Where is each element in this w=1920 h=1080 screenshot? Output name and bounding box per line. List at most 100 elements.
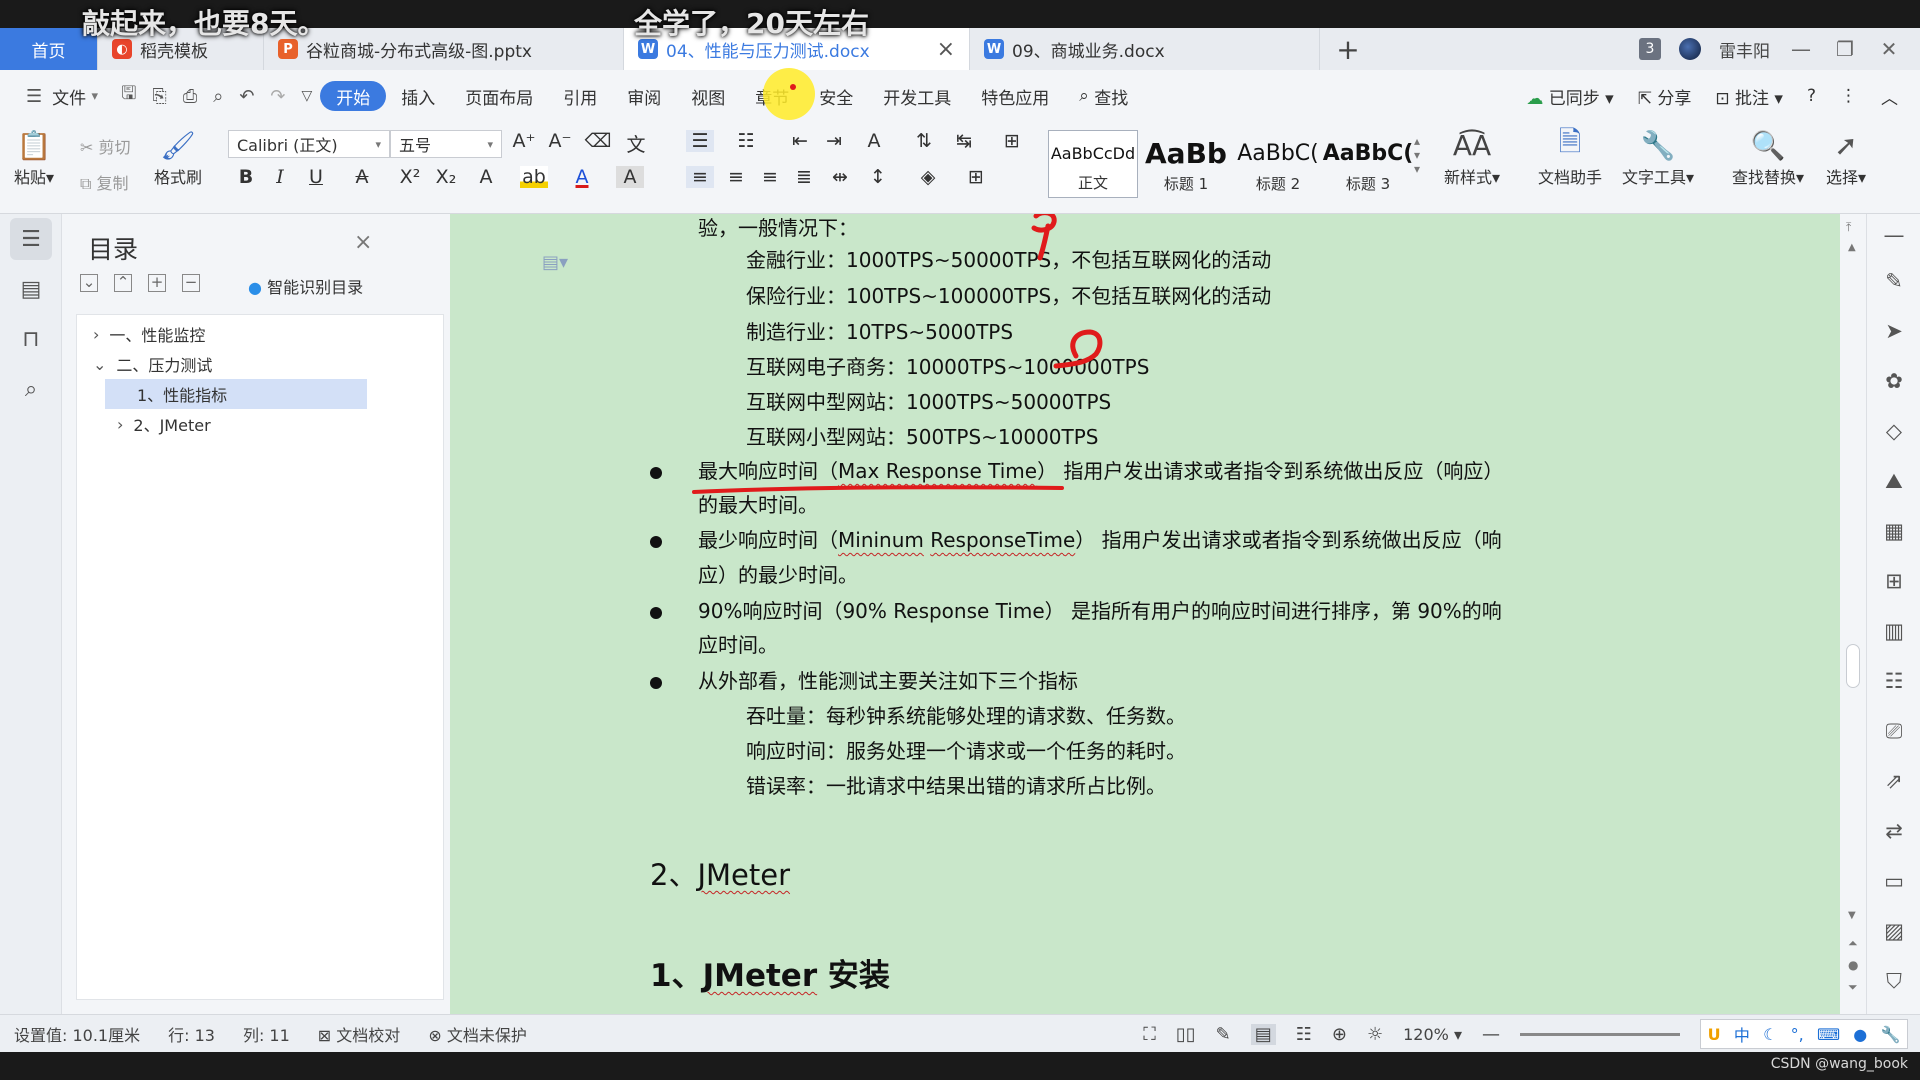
zoom-out-icon[interactable]: —: [1482, 1024, 1500, 1045]
print-preview-icon[interactable]: ⌕: [205, 86, 231, 107]
restore-icon[interactable]: ❐: [1832, 37, 1858, 61]
phonetic-icon[interactable]: 文: [622, 130, 650, 157]
borders-icon[interactable]: ⊞: [962, 166, 990, 188]
strikethrough-icon[interactable]: A: [348, 166, 376, 188]
shape-icon[interactable]: ◇: [1877, 414, 1911, 448]
bold-icon[interactable]: B: [232, 166, 260, 188]
style-set-icon[interactable]: ✿: [1877, 364, 1911, 398]
reading-mode-icon[interactable]: ▯▯: [1176, 1024, 1196, 1045]
next-page-icon[interactable]: ⏷: [1848, 980, 1858, 995]
table-icon[interactable]: ▦: [1877, 514, 1911, 548]
window-count-badge[interactable]: 3: [1639, 38, 1661, 60]
export-icon[interactable]: ⇗: [1877, 764, 1911, 798]
zoom-level[interactable]: 120% ▾: [1403, 1025, 1462, 1044]
print-icon[interactable]: ⎙: [175, 86, 205, 107]
undo-icon[interactable]: ↶: [231, 86, 262, 107]
close-window-icon[interactable]: ✕: [1876, 37, 1902, 61]
sort-icon[interactable]: ⇅: [910, 130, 938, 152]
menu-page-layout[interactable]: 页面布局: [450, 81, 548, 111]
pointer-icon[interactable]: ➤: [1877, 314, 1911, 348]
clear-format-icon[interactable]: ⌫: [584, 130, 612, 152]
document-area[interactable]: ▤▾ 验，一般情况下： 金融行业：1000TPS~50000TPS，不包括互联网…: [450, 214, 1840, 1014]
close-icon[interactable]: ×: [354, 230, 372, 255]
new-tab-button[interactable]: +: [1320, 28, 1376, 70]
scroll-top-icon[interactable]: ⤒: [1846, 220, 1851, 235]
shrink-font-icon[interactable]: A⁻: [546, 130, 574, 152]
shading-icon[interactable]: ◈: [914, 166, 942, 188]
save-icon[interactable]: 🖫: [113, 81, 144, 111]
help-icon[interactable]: ?: [1807, 86, 1816, 106]
remove-heading-icon[interactable]: −: [182, 274, 200, 292]
italic-icon[interactable]: I: [266, 166, 294, 188]
scroll-up-icon[interactable]: ▲: [1848, 242, 1856, 253]
prev-page-icon[interactable]: ⏶: [1848, 936, 1858, 951]
document-page[interactable]: ▤▾ 验，一般情况下： 金融行业：1000TPS~50000TPS，不包括互联网…: [450, 214, 1790, 1014]
add-heading-icon[interactable]: +: [148, 274, 166, 292]
app-grid-icon[interactable]: ⊞: [1877, 564, 1911, 598]
superscript-icon[interactable]: X²: [396, 166, 424, 188]
toc-item-jmeter[interactable]: › 2、JMeter: [81, 409, 441, 439]
copy-button[interactable]: ⧉ 复制: [80, 170, 129, 194]
ime-toolbar[interactable]: U 中 ☾ °, ⌨ ● 🔧: [1700, 1019, 1908, 1049]
translate-icon[interactable]: ⇄: [1877, 814, 1911, 848]
format-icon[interactable]: ⎘: [144, 86, 174, 107]
proofread-button[interactable]: ⊠ 文档校对: [318, 1022, 401, 1046]
underline-icon[interactable]: U: [302, 166, 330, 188]
menu-developer-tools[interactable]: 开发工具: [868, 81, 966, 111]
page-thumbnail-icon[interactable]: ▤: [10, 268, 52, 310]
find-replace-button[interactable]: 🔍 查找替换▾: [1732, 126, 1804, 188]
distributed-icon[interactable]: ⇹: [826, 166, 854, 188]
font-name-select[interactable]: Calibri (正文) ▾: [228, 130, 390, 158]
doc-assistant-button[interactable]: 🗎 文档助手: [1538, 125, 1602, 188]
pen-icon[interactable]: ✎: [1877, 264, 1911, 298]
file-menu[interactable]: 文件 ▾: [50, 81, 113, 111]
cut-button[interactable]: ✂ 剪切: [80, 134, 131, 158]
document-search-icon[interactable]: ⎚: [1877, 714, 1911, 748]
scroll-down-icon[interactable]: ▼: [1848, 910, 1856, 921]
bullet-list-icon[interactable]: ☰: [686, 130, 714, 152]
settings-sliders-icon[interactable]: ☷: [1877, 664, 1911, 698]
close-icon[interactable]: ×: [937, 37, 955, 62]
numbered-list-icon[interactable]: ☷: [732, 130, 760, 152]
collapse-ribbon-icon[interactable]: ︿: [1881, 84, 1898, 109]
text-effect-icon[interactable]: A: [472, 166, 500, 188]
sync-status[interactable]: ☁ 已同步 ▾: [1526, 84, 1613, 109]
select-button[interactable]: ➚ 选择▾: [1826, 126, 1866, 188]
fullscreen-icon[interactable]: ⛶: [1143, 1024, 1156, 1045]
chart-icon[interactable]: ▥: [1877, 614, 1911, 648]
menu-review[interactable]: 审阅: [612, 81, 676, 111]
archive-icon[interactable]: ▭: [1877, 864, 1911, 898]
user-name[interactable]: 雷丰阳: [1719, 37, 1770, 62]
table-layout-icon[interactable]: ⊞: [998, 130, 1026, 152]
outline-view-icon[interactable]: ☷: [1296, 1024, 1312, 1045]
write-mode-icon[interactable]: ✎: [1216, 1024, 1231, 1045]
style-normal[interactable]: AaBbCcDd 正文: [1048, 130, 1138, 198]
toc-item-performance-metrics[interactable]: 1、性能指标: [105, 379, 367, 409]
find-in-doc-icon[interactable]: ⌕: [10, 368, 52, 410]
share-button[interactable]: ⇱ 分享: [1638, 84, 1692, 109]
styles-scroll-icon[interactable]: ▴ ▾ ▾: [1414, 134, 1420, 176]
zoom-slider[interactable]: [1520, 1032, 1680, 1036]
minimize-icon[interactable]: —: [1788, 37, 1814, 61]
image-icon[interactable]: ▨: [1877, 914, 1911, 948]
toc-item-stress-testing[interactable]: ⌄ 二、压力测试: [81, 349, 441, 379]
char-shading-icon[interactable]: A: [616, 166, 644, 188]
highlight-icon[interactable]: ab: [520, 166, 548, 188]
align-left-icon[interactable]: ≡: [686, 166, 714, 188]
tab-mall-business-document[interactable]: W 09、商城业务.docx: [970, 28, 1320, 70]
customize-icon[interactable]: ▽: [294, 88, 321, 104]
font-color-icon[interactable]: A: [568, 166, 596, 188]
protection-status[interactable]: ⊗ 文档未保护: [428, 1022, 527, 1046]
line-spacing-icon[interactable]: ↕: [864, 166, 892, 188]
toc-item-performance-monitoring[interactable]: › 一、性能监控: [81, 319, 441, 349]
scroll-thumb[interactable]: [1846, 644, 1860, 688]
bookmark-icon[interactable]: ⊓: [10, 318, 52, 360]
text-tools-button[interactable]: 🔧 文字工具▾: [1622, 126, 1694, 188]
collapse-all-icon[interactable]: ⌄: [80, 274, 98, 292]
collapse-panel-icon[interactable]: —: [1877, 218, 1911, 252]
text-direction-icon[interactable]: A: [860, 130, 888, 152]
menu-references[interactable]: 引用: [548, 81, 612, 111]
font-size-select[interactable]: 五号 ▾: [390, 130, 502, 158]
browse-object-icon[interactable]: ●: [1848, 958, 1858, 972]
eye-protection-icon[interactable]: ☼: [1367, 1024, 1383, 1045]
